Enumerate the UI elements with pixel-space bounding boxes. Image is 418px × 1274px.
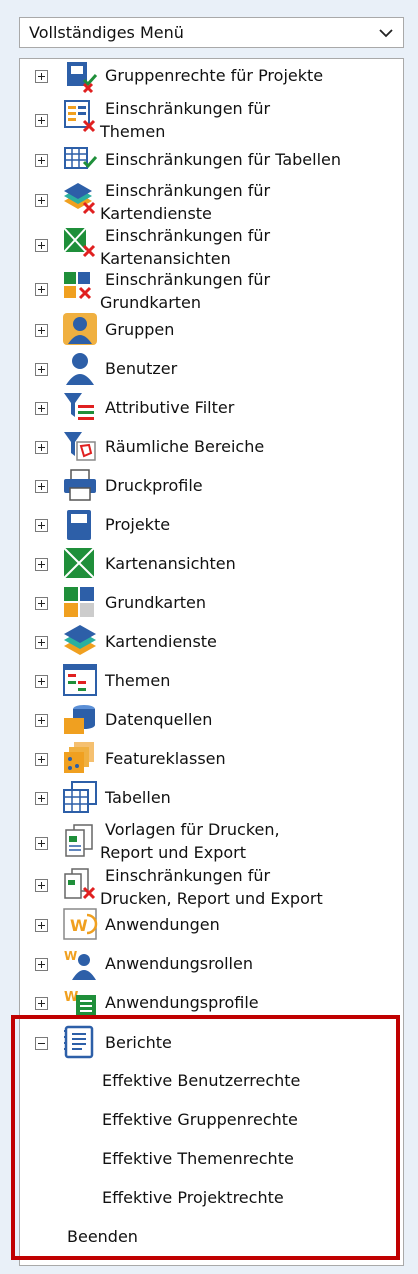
table-icon	[63, 781, 97, 813]
map-service-restrictions-icon	[64, 183, 96, 215]
application-profiles-icon: W	[64, 990, 96, 1017]
tree-item-label-line2: Drucken, Report und Export	[100, 889, 323, 908]
tree-item-label: Projekte	[105, 515, 171, 534]
tree-item-label-line2: Kartenansichten	[100, 249, 231, 268]
tree-item-label: Druckprofile	[105, 476, 203, 495]
svg-text:W: W	[64, 949, 77, 963]
expand-button[interactable]	[35, 154, 48, 167]
tree-item-label: Featureklassen	[105, 749, 226, 768]
menu-select[interactable]: Vollständiges Menü	[19, 17, 404, 48]
tree-item-label: Tabellen	[105, 788, 171, 807]
tree-item-label-line2: Grundkarten	[100, 293, 202, 312]
tree-item-label: Einschränkungen für	[105, 866, 271, 885]
expand-button[interactable]	[35, 480, 48, 493]
tree-item-label: Berichte	[105, 1033, 172, 1052]
exit-menu-item[interactable]: Beenden	[67, 1227, 138, 1246]
report-effektive-projektrechte[interactable]: Effektive Projektrechte	[102, 1188, 284, 1207]
tree-item-label: Themen	[105, 671, 171, 690]
tree-item-label: Kartendienste	[105, 632, 217, 651]
user-icon	[66, 353, 94, 385]
expand-button[interactable]	[35, 714, 48, 727]
expand-button[interactable]	[35, 441, 48, 454]
map-service-icon	[64, 625, 96, 655]
tree-item-label: Anwendungsprofile	[105, 993, 259, 1012]
tree-item-label: Gruppen	[105, 320, 175, 339]
table-restrictions-icon	[64, 147, 98, 169]
report-effektive-gruppenrechte[interactable]: Effektive Gruppenrechte	[102, 1110, 298, 1129]
expand-button[interactable]	[35, 558, 48, 571]
expand-button[interactable]	[35, 70, 48, 83]
tree-item-label: Einschränkungen für Tabellen	[105, 150, 342, 169]
tree-item-label-line2: Themen	[100, 122, 166, 141]
expand-button[interactable]	[35, 919, 48, 932]
reports-icon	[64, 1025, 94, 1059]
expand-button[interactable]	[35, 402, 48, 415]
database-icon	[64, 705, 95, 734]
expand-button[interactable]	[35, 519, 48, 532]
tree-item-label: Einschränkungen für	[105, 270, 271, 289]
menu-select-value: Vollständiges Menü	[29, 23, 184, 42]
expand-button[interactable]	[35, 636, 48, 649]
tree-item-label: Anwendungsrollen	[105, 954, 253, 973]
groups-icon	[63, 313, 97, 345]
expand-button[interactable]	[35, 194, 48, 207]
spatial-filter-icon	[64, 432, 96, 461]
tree-item-label-line2: Report und Export	[100, 843, 247, 862]
project-icon	[67, 510, 91, 540]
application-roles-icon: W	[64, 949, 96, 980]
tree-item-label: Gruppenrechte für Projekte	[105, 66, 324, 85]
expand-button[interactable]	[35, 879, 48, 892]
expand-button[interactable]	[35, 958, 48, 971]
tree-item-label: Grundkarten	[105, 593, 207, 612]
collapse-button[interactable]	[35, 1037, 48, 1050]
layers-icon	[63, 664, 97, 696]
chevron-down-icon	[379, 29, 393, 38]
expand-button[interactable]	[35, 597, 48, 610]
tree-item-label: Vorlagen für Drucken,	[105, 820, 280, 839]
layer-restrictions-icon	[64, 100, 96, 133]
expand-button[interactable]	[35, 675, 48, 688]
svg-text:W: W	[70, 916, 88, 935]
tree-item-label: Einschränkungen für	[105, 181, 271, 200]
tree-item-label: Kartenansichten	[105, 554, 236, 573]
attribute-filter-icon	[64, 393, 94, 420]
tree-item-label: Einschränkungen für	[105, 226, 271, 245]
expand-button[interactable]	[35, 997, 48, 1010]
expand-button[interactable]	[35, 792, 48, 805]
application-icon: W	[63, 908, 98, 940]
map-view-restrictions-icon	[63, 227, 96, 258]
expand-button[interactable]	[35, 239, 48, 252]
expand-button[interactable]	[35, 114, 48, 127]
expand-button[interactable]	[35, 324, 48, 337]
basemap-icon	[64, 587, 94, 617]
tree-item-label: Einschränkungen für	[105, 99, 271, 118]
menu-tree: Gruppenrechte für Projekte Einschränkung…	[19, 58, 404, 1266]
tree-item-label: Attributive Filter	[105, 398, 235, 417]
map-view-icon	[63, 547, 95, 579]
report-effektive-benutzerrechte[interactable]: Effektive Benutzerrechte	[102, 1071, 300, 1090]
expand-button[interactable]	[35, 283, 48, 296]
basemap-restrictions-icon	[64, 272, 92, 300]
expand-button[interactable]	[35, 753, 48, 766]
feature-class-icon	[64, 742, 94, 773]
template-restrictions-icon	[64, 868, 96, 900]
templates-icon	[65, 824, 93, 857]
tree-item-label: Datenquellen	[105, 710, 213, 729]
tree-item-label-line2: Kartendienste	[100, 204, 212, 223]
expand-button[interactable]	[35, 363, 48, 376]
report-effektive-themenrechte[interactable]: Effektive Themenrechte	[102, 1149, 294, 1168]
project-permissions-icon	[67, 62, 98, 94]
tree-item-label: Räumliche Bereiche	[105, 437, 265, 456]
printer-icon	[64, 469, 96, 501]
tree-item-label: Anwendungen	[105, 915, 220, 934]
tree-item-label: Benutzer	[105, 359, 178, 378]
expand-button[interactable]	[35, 837, 48, 850]
